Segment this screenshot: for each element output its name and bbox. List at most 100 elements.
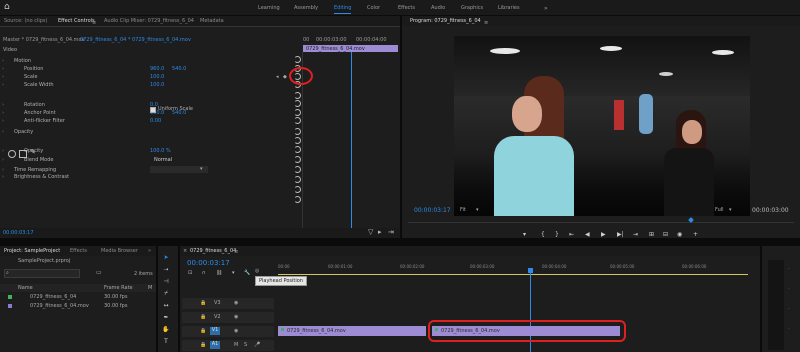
reset-parameter-icon[interactable] [294,92,301,99]
reset-parameter-icon[interactable] [294,196,301,203]
go-to-out-icon[interactable]: ⇥ [633,231,638,238]
twirl-icon[interactable]: › [2,156,4,164]
reset-parameter-icon[interactable] [294,100,301,107]
chevron-down-icon[interactable]: ▾ [476,207,479,213]
new-bin-icon[interactable]: ▭ [96,269,102,276]
effect-property-row[interactable]: Anti-flicker Filter › 0.00 [0,117,292,125]
effect-property-row[interactable]: Opacity › [0,128,292,136]
lock-icon[interactable]: 🔒 [200,314,206,320]
workspace-effects[interactable]: Effects [398,5,415,11]
column-name[interactable]: Name [18,285,33,291]
reset-parameter-icon[interactable] [294,176,301,183]
work-area-bar[interactable] [278,274,748,275]
export-icon[interactable]: ⇥ [388,228,394,236]
lock-icon[interactable]: 🔒 [200,328,206,334]
effect-property-row[interactable]: Brightness & Contrast › [0,173,292,181]
effect-property-row[interactable]: Motion › [0,57,292,65]
project-search-input[interactable]: ⌕ [4,269,80,278]
play-icon[interactable]: ▶ [601,231,606,238]
pen-mask-icon[interactable]: ✎ [30,148,36,156]
effect-property-value[interactable]: 100.0 [150,73,164,81]
timeline-clip[interactable]: 0729_fitness_6_04.mov [278,326,426,336]
twirl-icon[interactable]: › [2,65,4,73]
mute-icon[interactable]: M [234,342,238,348]
track-label[interactable]: V1 [210,327,220,335]
overwrite-icon[interactable]: ⊟ [663,231,668,238]
workspaces-overflow-icon[interactable]: » [544,5,548,12]
insert-icon[interactable]: ⊞ [649,231,654,238]
column-frame-rate[interactable]: Frame Rate [104,285,133,291]
keyframe-prev-icon[interactable]: ◂ [276,74,279,80]
effect-property-value[interactable]: 960.0 [150,65,164,73]
chevron-down-icon[interactable]: ▾ [729,207,732,213]
eye-icon[interactable]: ◉ [234,314,238,320]
reset-parameter-icon[interactable] [294,109,301,116]
twirl-icon[interactable]: › [2,57,4,65]
nest-icon[interactable]: ⊡ [188,270,192,276]
selection-tool-icon[interactable]: ➤ [162,254,170,262]
list-item[interactable]: 0729_fitness_6_04 30.00 fps [0,293,156,301]
track-header-v3[interactable]: 🔒 V3 ◉ [182,298,274,309]
zoom-fit-select[interactable]: Fit [460,207,466,213]
step-forward-icon[interactable]: ▶| [617,231,624,238]
effect-property-row[interactable]: Blend Mode › Normal [0,156,292,164]
tab-sequence[interactable]: 0729_fitness_6_04 [190,246,236,256]
linked-selection-icon[interactable]: ⛓ [216,270,222,276]
tab-source[interactable]: Source: (no clips) [4,16,47,26]
hand-tool-icon[interactable]: ✋ [162,326,170,334]
twirl-icon[interactable]: › [2,147,4,155]
twirl-icon[interactable]: › [2,173,4,181]
effect-property-row[interactable] [0,137,292,145]
effect-property-row[interactable]: Rotation › 0.0 [0,101,292,109]
video-frame[interactable] [454,36,750,216]
rectangle-mask-icon[interactable] [19,150,27,158]
effect-property-row[interactable]: Anchor Point › 960.0 540.0 [0,109,292,117]
tab-media-browser[interactable]: Media Browser [101,246,138,256]
reset-parameter-icon[interactable] [294,128,301,135]
tab-effect-controls[interactable]: Effect Controls [58,16,95,26]
track-header-v2[interactable]: 🔒 V2 ◉ [182,312,274,323]
tab-project[interactable]: Project: SampleProject [4,246,60,256]
track-header-a1[interactable]: 🔒 A1 M S 🎤 [182,340,274,351]
marker-icon[interactable]: ▾ [523,231,526,238]
workspace-assembly[interactable]: Assembly [294,5,318,11]
close-icon[interactable]: × [183,248,187,254]
effect-property-row[interactable]: Position › 960.0 540.0 [0,65,292,73]
ec-current-time[interactable]: 00:00:03:17 [3,230,34,236]
monitor-scrubber[interactable] [408,222,794,223]
ripple-edit-tool-icon[interactable]: ⊣ [162,278,170,286]
timeline-timecode[interactable]: 00:00:03:17 [187,259,230,267]
play-audio-icon[interactable]: ▸ [378,228,382,236]
checkbox-box[interactable] [150,107,156,113]
reset-parameter-icon[interactable] [294,56,301,63]
timeline-menu-icon[interactable]: ≡ [234,249,238,255]
twirl-icon[interactable]: › [2,73,4,81]
reset-parameter-icon[interactable] [294,137,301,144]
twirl-icon[interactable]: › [2,128,4,136]
lock-icon[interactable]: 🔒 [200,300,206,306]
microphone-icon[interactable]: 🎤 [254,342,260,348]
column-media-start[interactable]: M [148,285,152,291]
reset-parameter-icon[interactable] [294,156,301,163]
program-timecode[interactable]: 00:00:03:17 [414,207,451,214]
blend-mode-dropdown[interactable]: ▾ [150,166,208,173]
solo-icon[interactable]: S [244,342,247,348]
track-header-v1[interactable]: 🔒 V1 ◉ [182,326,274,337]
list-item[interactable]: 0729_fitness_6_04.mov 30.00 fps [0,302,156,310]
effect-property-value[interactable]: 100.0 [150,81,164,89]
tabs-overflow-icon[interactable]: » [148,246,151,256]
type-tool-icon[interactable]: T [162,338,170,346]
export-frame-icon[interactable]: ◉ [677,231,682,238]
tab-metadata[interactable]: Metadata [200,16,224,26]
effect-property-value[interactable]: 100.0 % [150,147,171,155]
effect-property-row[interactable]: Scale Width › 100.0 [0,81,292,89]
ec-clip-bar[interactable]: 0729_fitness_6_04.mov [303,45,398,52]
master-clip-label[interactable]: Master * 0729_fitness_6_04.mov [3,37,85,43]
eye-icon[interactable]: ◉ [234,300,238,306]
cc-icon[interactable]: ◎ [255,268,259,274]
eye-icon[interactable]: ◉ [234,328,238,334]
effect-property-value[interactable]: Normal [154,156,172,164]
workspace-color[interactable]: Color [367,5,380,11]
tab-audio-clip-mixer[interactable]: Audio Clip Mixer: 0729_fitness_6_04 [104,16,194,26]
reset-parameter-icon[interactable] [294,146,301,153]
